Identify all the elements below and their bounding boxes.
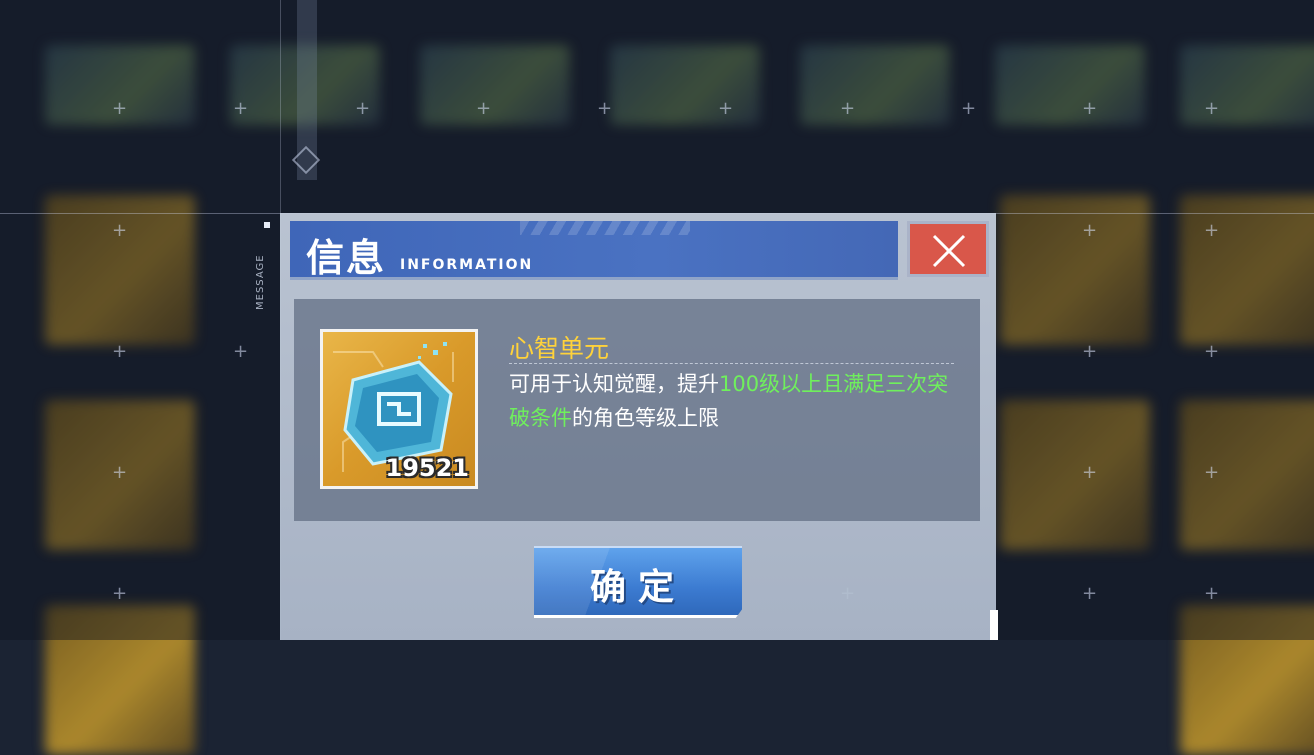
info-dialog: 信息 INFORMATION 19521 心智单元 可用于认知觉醒，提升100级… — [280, 213, 996, 640]
crosshair-icon: + — [1082, 462, 1098, 483]
crosshair-icon: + — [112, 98, 128, 119]
item-info-panel: 19521 心智单元 可用于认知觉醒，提升100级以上且满足三次突破条件的角色等… — [294, 299, 980, 521]
dialog-corner-accent — [990, 610, 998, 640]
crosshair-icon: + — [355, 98, 371, 119]
item-slot[interactable]: 19521 — [320, 329, 478, 489]
dialog-title: 信息 — [306, 236, 387, 280]
confirm-button[interactable]: 确定 — [534, 546, 742, 618]
header-stripes — [520, 221, 690, 235]
crosshair-icon: + — [112, 462, 128, 483]
chip-icon: 19521 — [323, 332, 475, 486]
side-marker — [264, 222, 270, 228]
side-label-message: MESSAGE — [255, 254, 266, 310]
confirm-button-label: 确定 — [589, 567, 686, 608]
crosshair-icon: + — [961, 98, 977, 119]
description-text-end: 的角色等级上限 — [572, 406, 719, 430]
description-text: 可用于认知觉醒，提升 — [509, 372, 719, 396]
crosshair-icon: + — [1082, 220, 1098, 241]
crosshair-icon: + — [1082, 98, 1098, 119]
crosshair-icon: + — [597, 98, 613, 119]
crosshair-icon: + — [1204, 341, 1220, 362]
crosshair-icon: + — [718, 98, 734, 119]
crosshair-icon: + — [112, 583, 128, 604]
crosshair-icon: + — [1204, 98, 1220, 119]
close-button[interactable] — [907, 221, 989, 277]
crosshair-icon: + — [1204, 462, 1220, 483]
item-name: 心智单元 — [509, 334, 610, 363]
crosshair-icon: + — [112, 220, 128, 241]
crosshair-icon: + — [233, 98, 249, 119]
close-x-icon — [932, 234, 966, 268]
crosshair-icon: + — [1082, 341, 1098, 362]
crosshair-icon: + — [233, 341, 249, 362]
crosshair-icon: + — [476, 98, 492, 119]
crosshair-icon: + — [1204, 220, 1220, 241]
name-divider — [509, 363, 954, 364]
dialog-header: 信息 INFORMATION — [290, 221, 898, 280]
crosshair-icon: + — [112, 341, 128, 362]
dialog-subtitle: INFORMATION — [400, 257, 534, 273]
item-description: 可用于认知觉醒，提升100级以上且满足三次突破条件的角色等级上限 — [509, 367, 969, 435]
crosshair-icon: + — [1204, 583, 1220, 604]
crosshair-icon: + — [840, 98, 856, 119]
item-count: 19521 — [385, 454, 470, 482]
crosshair-icon: + — [1082, 583, 1098, 604]
